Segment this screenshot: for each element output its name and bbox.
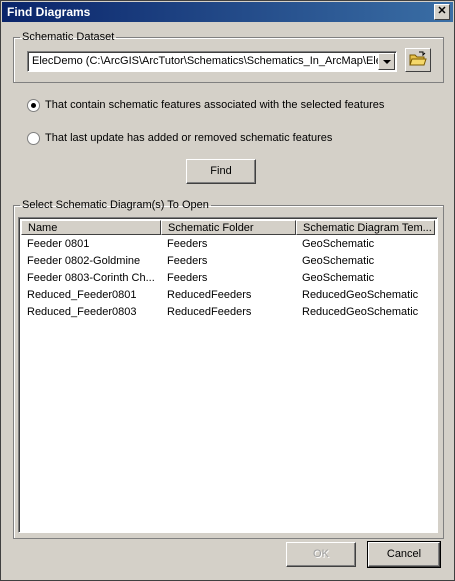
list-header: Name Schematic Folder Schematic Diagram … xyxy=(21,220,435,236)
ok-button[interactable]: OK xyxy=(286,542,356,567)
combobox-dropdown-button[interactable] xyxy=(378,53,395,70)
table-row[interactable]: Feeder 0801 Feeders GeoSchematic xyxy=(21,236,435,253)
diagrams-list[interactable]: Name Schematic Folder Schematic Diagram … xyxy=(18,217,438,533)
cell-folder: ReducedFeeders xyxy=(167,306,252,318)
radio-associated-features[interactable] xyxy=(27,98,40,112)
column-header-name[interactable]: Name xyxy=(21,220,161,235)
find-diagrams-dialog: Find Diagrams ✕ Schematic Dataset ElecDe… xyxy=(0,0,455,581)
cell-template: ReducedGeoSchematic xyxy=(302,289,419,301)
close-button[interactable]: ✕ xyxy=(434,4,450,20)
column-header-folder[interactable]: Schematic Folder xyxy=(161,220,296,235)
radio-last-update[interactable] xyxy=(27,131,40,145)
diagrams-legend: Select Schematic Diagram(s) To Open xyxy=(22,199,209,211)
schematic-dataset-combobox[interactable]: ElecDemo (C:\ArcGIS\ArcTutor\Schematics\… xyxy=(27,51,397,72)
cell-name: Feeder 0803-Corinth Ch... xyxy=(27,272,155,284)
table-row[interactable]: Reduced_Feeder0803 ReducedFeeders Reduce… xyxy=(21,304,435,321)
option-last-update[interactable]: That last update has added or removed sc… xyxy=(27,130,332,146)
browse-folder-button[interactable] xyxy=(405,48,431,72)
find-button[interactable]: Find xyxy=(186,159,256,184)
chevron-down-icon xyxy=(383,60,391,64)
open-folder-icon xyxy=(409,51,427,66)
cell-template: ReducedGeoSchematic xyxy=(302,306,419,318)
close-icon: ✕ xyxy=(437,5,447,17)
table-row[interactable]: Reduced_Feeder0801 ReducedFeeders Reduce… xyxy=(21,287,435,304)
cell-template: GeoSchematic xyxy=(302,238,375,250)
cell-template: GeoSchematic xyxy=(302,272,375,284)
option-associated-features[interactable]: That contain schematic features associat… xyxy=(27,97,384,113)
cell-name: Reduced_Feeder0803 xyxy=(27,306,137,318)
table-row[interactable]: Feeder 0803-Corinth Ch... Feeders GeoSch… xyxy=(21,270,435,287)
table-row[interactable]: Feeder 0802-Goldmine Feeders GeoSchemati… xyxy=(21,253,435,270)
cell-template: GeoSchematic xyxy=(302,255,375,267)
cancel-button[interactable]: Cancel xyxy=(367,541,441,568)
cell-name: Reduced_Feeder0801 xyxy=(27,289,137,301)
schematic-dataset-value: ElecDemo (C:\ArcGIS\ArcTutor\Schematics\… xyxy=(32,55,378,67)
column-header-template[interactable]: Schematic Diagram Tem... xyxy=(296,220,435,235)
cell-folder: Feeders xyxy=(167,238,208,250)
cell-folder: Feeders xyxy=(167,255,208,267)
cell-folder: Feeders xyxy=(167,272,208,284)
option-last-update-label: That last update has added or removed sc… xyxy=(45,132,333,144)
title-bar[interactable]: Find Diagrams ✕ xyxy=(2,2,453,22)
cell-name: Feeder 0801 xyxy=(27,238,90,250)
cell-folder: ReducedFeeders xyxy=(167,289,252,301)
cell-name: Feeder 0802-Goldmine xyxy=(27,255,141,267)
option-associated-features-label: That contain schematic features associat… xyxy=(45,99,385,111)
window-title: Find Diagrams xyxy=(7,5,91,19)
schematic-dataset-legend: Schematic Dataset xyxy=(22,31,115,43)
